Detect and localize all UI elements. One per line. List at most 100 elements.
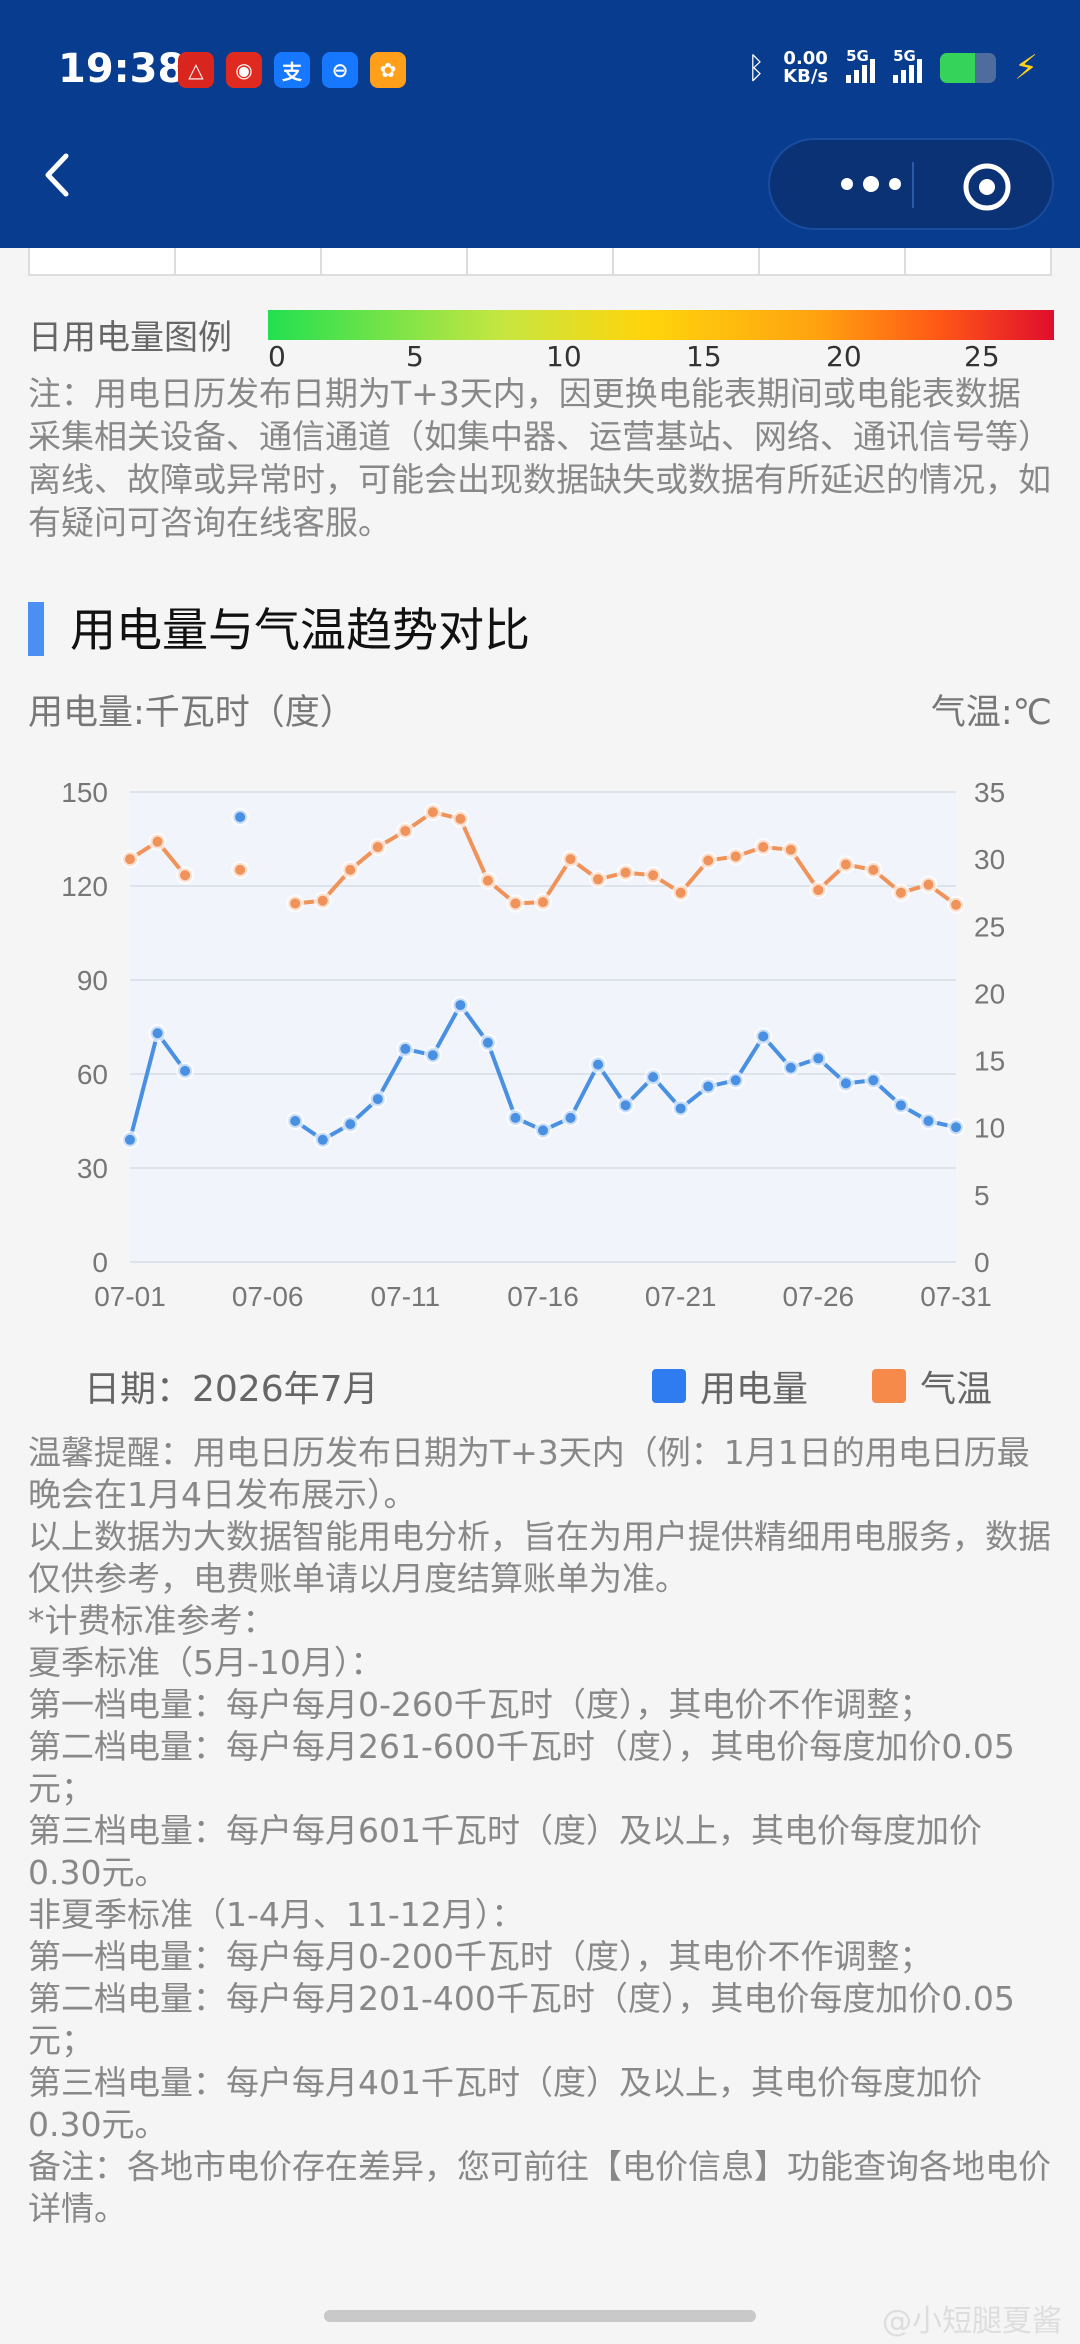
temperature-point: [148, 832, 167, 851]
top-bar: 19:38 △ ◉ 支 ⊖ ✿ ᛒ 0.00 KB/s 5G 5G ⚡: [0, 0, 1080, 248]
back-arrow-icon[interactable]: [38, 150, 78, 200]
usage-point: [671, 1099, 690, 1118]
tip-line: 第三档电量：每户每月401千瓦时（度）及以上，其电价每度加价0.30元。: [28, 2063, 982, 2144]
temperature-point: [864, 860, 883, 879]
status-indicators: ᛒ 0.00 KB/s 5G 5G ⚡: [747, 47, 1038, 88]
usage-point: [891, 1096, 910, 1115]
usage-point: [148, 1024, 167, 1043]
tip-line: 第二档电量：每户每月261-600千瓦时（度），其电价每度加价0.05元；: [28, 1727, 1015, 1808]
temperature-point: [121, 850, 139, 869]
temperature-point: [396, 821, 415, 840]
usage-point: [616, 1096, 635, 1115]
usage-point: [313, 1130, 332, 1149]
x-tick-label: 07-06: [232, 1281, 304, 1312]
tip-line: 第二档电量：每户每月201-400千瓦时（度），其电价每度加价0.05元；: [28, 1979, 1015, 2060]
usage-point: [341, 1115, 360, 1134]
y-right-tick-label: 5: [974, 1180, 990, 1211]
temperature-point: [313, 891, 332, 910]
y-left-tick-label: 0: [92, 1247, 108, 1278]
usage-unit-label: 用电量:千瓦时（度）: [28, 693, 355, 733]
temperature-point: [754, 838, 773, 857]
y-left-tick-label: 30: [77, 1153, 108, 1184]
x-tick-label: 07-16: [507, 1281, 579, 1312]
temperature-point: [589, 870, 608, 889]
y-right-tick-label: 10: [974, 1113, 1005, 1144]
home-indicator[interactable]: [324, 2310, 756, 2322]
temperature-point: [616, 863, 635, 882]
usage-point: [754, 1027, 773, 1046]
usage-point: [121, 1130, 139, 1149]
usage-point: [864, 1071, 883, 1090]
usage-point: [506, 1108, 525, 1127]
usage-point: [286, 1112, 305, 1130]
temperature-point: [286, 894, 305, 913]
legend-usage[interactable]: 用电量: [652, 1360, 808, 1412]
usage-point: [589, 1055, 608, 1074]
close-program-icon[interactable]: [962, 162, 1012, 212]
temperature-point: [781, 840, 800, 859]
tip-line: 温馨提醒：用电日历发布日期为T+3天内（例：1月1日的用电日历最晚会在1月4日发…: [28, 1433, 1030, 1514]
usage-temperature-chart[interactable]: 0 30 60 90 120 150 0 5 10 15 20 25 30 35 07-01 07-06 07-…: [0, 760, 1080, 1330]
legend-usage-swatch: [652, 1369, 686, 1403]
scale-tick: 0: [268, 340, 286, 373]
y-right-tick-label: 30: [974, 844, 1005, 875]
x-tick-label: 07-26: [783, 1281, 855, 1312]
usage-point: [836, 1074, 855, 1093]
tip-line: 第三档电量：每户每月601千瓦时（度）及以上，其电价每度加价0.30元。: [28, 1811, 982, 1892]
app-icon-d: ✿: [370, 52, 406, 88]
tip-line: 以上数据为大数据智能用电分析，旨在为用户提供精细用电服务，数据仅供参考，电费账单…: [28, 1517, 1051, 1598]
watermark: @小短腿夏酱: [882, 2304, 1062, 2339]
temperature-point: [534, 893, 552, 912]
temperature-unit-label: 气温:℃: [930, 693, 1052, 733]
temperature-point: [478, 871, 497, 890]
scale-tick: 5: [406, 340, 424, 373]
y-left-tick-label: 60: [77, 1059, 108, 1090]
y-right-tick-label: 35: [974, 777, 1005, 808]
usage-point: [726, 1071, 745, 1090]
data-delay-note: 注：用电日历发布日期为T+3天内，因更换电能表期间或电能表数据采集相关设备、通信…: [28, 374, 1051, 542]
usage-point: [368, 1090, 387, 1109]
x-tick-label: 07-21: [645, 1281, 717, 1312]
app-icon-c: ⊖: [322, 52, 358, 88]
usage-color-scale: [268, 310, 1054, 340]
temperature-point: [671, 883, 690, 902]
temperature-point: [947, 895, 965, 914]
temperature-point: [176, 866, 195, 885]
usage-point: [809, 1049, 828, 1068]
scale-tick: 20: [826, 340, 862, 373]
scale-tick: 10: [546, 340, 582, 373]
x-tick-label: 07-11: [371, 1281, 441, 1312]
temperature-point: [644, 866, 663, 885]
usage-point: [176, 1061, 195, 1080]
legend-temperature[interactable]: 气温: [872, 1360, 992, 1412]
x-tick-label: 07-31: [920, 1281, 992, 1312]
tip-line: 第一档电量：每户每月0-200千瓦时（度），其电价不作调整；: [28, 1937, 933, 1976]
chart-date-label: 日期：2026年7月: [84, 1369, 379, 1410]
usage-point: [781, 1058, 800, 1077]
y-right-tick-label: 25: [974, 911, 1005, 942]
plot-area: [130, 792, 956, 1262]
battery-icon: [940, 53, 997, 83]
usage-point: [451, 996, 470, 1015]
usage-point: [561, 1108, 580, 1127]
app-icon-a: △: [178, 52, 214, 88]
mini-program-capsule: [768, 138, 1054, 230]
usage-point: [423, 1046, 442, 1065]
more-options-button[interactable]: [806, 140, 936, 228]
temperature-point: [699, 851, 718, 870]
tip-line: 非夏季标准（1-4月、11-12月）：: [28, 1895, 525, 1934]
y-left-tick-label: 120: [61, 871, 108, 902]
network-speed: 0.00 KB/s: [783, 48, 829, 87]
y-right-tick-label: 0: [974, 1247, 990, 1278]
tip-line: 第一档电量：每户每月0-260千瓦时（度），其电价不作调整；: [28, 1685, 933, 1724]
calendar-last-row: [28, 248, 1052, 276]
billing-tips: 温馨提醒：用电日历发布日期为T+3天内（例：1月1日的用电日历最晚会在1月4日发…: [28, 1432, 1052, 2230]
tip-line: *计费标准参考：: [28, 1601, 276, 1640]
section-title: 用电量与气温趋势对比: [70, 603, 530, 657]
x-tick-label: 07-01: [94, 1281, 166, 1312]
usage-point: [947, 1118, 965, 1137]
temperature-point: [368, 838, 387, 857]
y-right-tick-label: 20: [974, 978, 1005, 1009]
charging-icon: ⚡: [1014, 48, 1038, 88]
temperature-point: [726, 847, 745, 866]
